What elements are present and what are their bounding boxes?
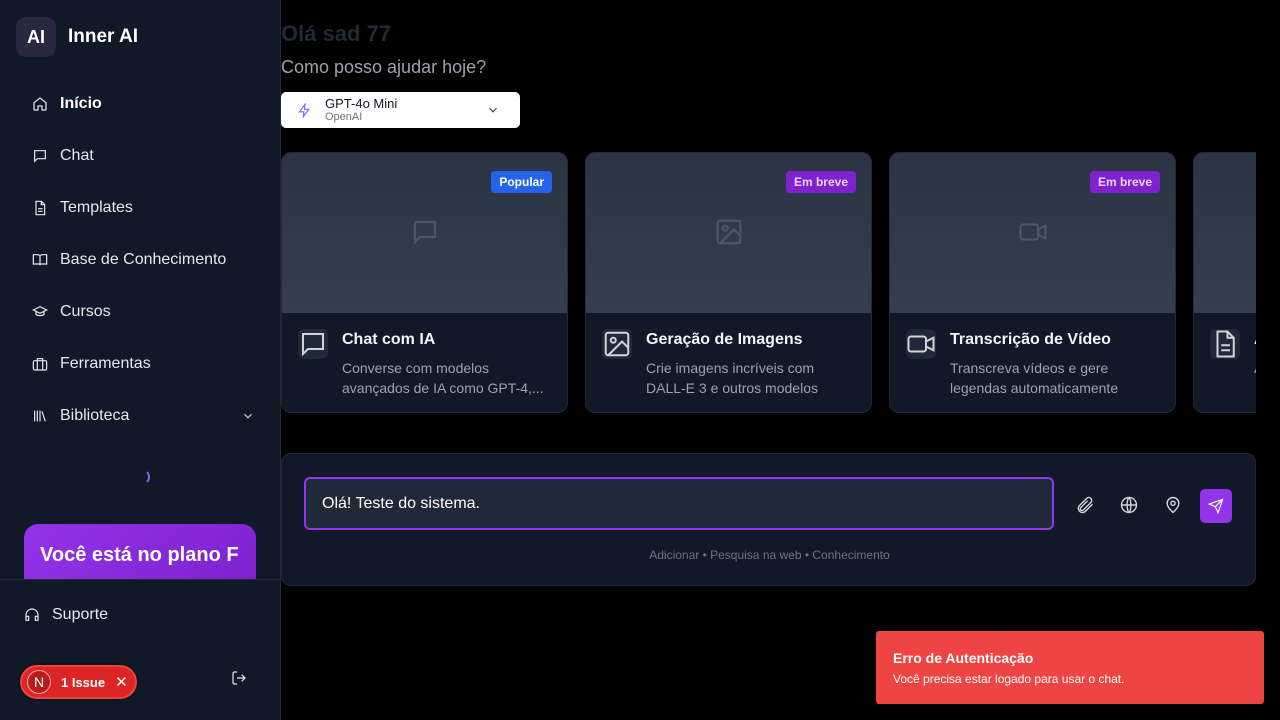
card-title: Geração de Imagens bbox=[646, 331, 803, 348]
message-icon bbox=[413, 220, 436, 245]
brand-logo: AI bbox=[16, 17, 56, 57]
plan-card[interactable]: Você está no plano F bbox=[24, 524, 256, 580]
card-preview bbox=[1194, 153, 1256, 313]
issue-indicator[interactable]: N 1 Issue ✕ bbox=[20, 665, 137, 699]
globe-icon[interactable] bbox=[1119, 495, 1139, 515]
card-description: Transcreva vídeos e gere legendas automa… bbox=[950, 360, 1119, 396]
sidebar-item-label: Chat bbox=[60, 147, 94, 164]
greeting-title: Olá sad 77 bbox=[281, 21, 392, 46]
file-text-icon bbox=[35, 200, 46, 216]
feature-cards: Popular Chat com IA Converse com modelos… bbox=[281, 152, 1256, 414]
model-selector[interactable]: GPT-4o Mini OpenAI bbox=[281, 92, 520, 128]
model-provider: OpenAI bbox=[325, 111, 363, 123]
card-preview: Em breve bbox=[890, 153, 1175, 313]
card-icon bbox=[298, 329, 328, 359]
headphones-icon bbox=[25, 608, 39, 621]
coming-soon-badge: Em breve bbox=[1089, 171, 1160, 193]
card-body: Transcrição de Vídeo Transcreva vídeos e… bbox=[890, 313, 1175, 398]
file-text-icon bbox=[1216, 330, 1235, 358]
card-transcricao-de-video[interactable]: Em breve Transcrição de Vídeo Transcreva… bbox=[889, 152, 1176, 413]
brand-name: Inner AI bbox=[68, 26, 139, 47]
sidebar-item-label: Biblioteca bbox=[60, 407, 130, 424]
graduation-cap-icon bbox=[32, 305, 48, 317]
card-partial[interactable]: A A bbox=[1193, 152, 1256, 413]
plan-text: Você está no plano F bbox=[40, 544, 239, 566]
video-icon bbox=[907, 335, 935, 353]
sidebar-item-templates[interactable]: Templates bbox=[24, 182, 264, 234]
model-name: GPT-4o Mini bbox=[325, 96, 398, 111]
card-title: A bbox=[1254, 331, 1256, 349]
card-icon bbox=[602, 329, 632, 359]
brand[interactable]: AI Inner AI bbox=[16, 17, 138, 57]
briefcase-icon bbox=[32, 358, 48, 371]
greeting-subtitle: Como posso ajudar hoje? bbox=[281, 57, 487, 77]
chat-hint: Adicionar • Pesquisa na web • Conhecimen… bbox=[649, 548, 890, 562]
sidebar: AI Inner AI Início Chat Templates Base d… bbox=[0, 0, 281, 720]
paperclip-icon[interactable] bbox=[1075, 495, 1095, 515]
card-icon bbox=[1210, 329, 1240, 359]
sidebar-item-label: Ferramentas bbox=[60, 355, 151, 372]
image-icon bbox=[716, 219, 741, 245]
library-icon bbox=[34, 410, 46, 422]
card-description: Converse com modelos avançados de IA com… bbox=[342, 360, 544, 396]
sidebar-item-label: Base de Conhecimento bbox=[60, 251, 227, 268]
home-icon bbox=[33, 97, 47, 111]
chat-input[interactable] bbox=[304, 477, 1054, 530]
sidebar-item-ferramentas[interactable]: Ferramentas bbox=[24, 338, 264, 390]
logout-icon[interactable] bbox=[231, 670, 247, 686]
sidebar-nav: Início Chat Templates Base de Conhecimen… bbox=[24, 78, 264, 442]
chat-composer: Adicionar • Pesquisa na web • Conhecimen… bbox=[281, 453, 1256, 586]
sidebar-item-cursos[interactable]: Cursos bbox=[24, 286, 264, 338]
sidebar-item-inicio[interactable]: Início bbox=[24, 78, 264, 130]
card-preview: Em breve bbox=[586, 153, 871, 313]
card-description: A bbox=[1254, 358, 1256, 378]
card-geracao-de-imagens[interactable]: Em breve Geração de Imagens Crie imagens… bbox=[585, 152, 872, 413]
sidebar-item-chat[interactable]: Chat bbox=[24, 130, 264, 182]
sidebar-item-label: Cursos bbox=[60, 303, 111, 320]
message-icon bbox=[34, 150, 46, 163]
card-body: Geração de Imagens Crie imagens incrívei… bbox=[586, 313, 871, 398]
map-pin-icon[interactable] bbox=[1163, 495, 1183, 515]
image-icon bbox=[604, 331, 630, 357]
card-preview: Popular bbox=[282, 153, 567, 313]
message-icon bbox=[302, 333, 324, 357]
model-info: GPT-4o Mini OpenAI bbox=[325, 96, 397, 124]
sidebar-item-label: Templates bbox=[60, 199, 133, 216]
send-icon bbox=[1208, 498, 1224, 514]
popular-badge: Popular bbox=[491, 171, 552, 193]
bolt-icon bbox=[298, 102, 310, 118]
book-open-icon bbox=[32, 254, 48, 266]
card-body: Chat com IA Converse com modelos avançad… bbox=[282, 313, 567, 398]
card-description: Crie imagens incríveis com DALL-E 3 e ou… bbox=[646, 360, 818, 396]
card-title: Chat com IA bbox=[342, 331, 436, 348]
card-icon bbox=[906, 329, 936, 359]
card-title: Transcrição de Vídeo bbox=[950, 331, 1111, 348]
video-icon bbox=[1018, 223, 1047, 241]
loading-spinner bbox=[134, 469, 150, 485]
support-link[interactable]: Suporte bbox=[24, 606, 108, 624]
chevron-down-icon bbox=[489, 107, 497, 113]
close-icon[interactable]: ✕ bbox=[115, 673, 128, 691]
sidebar-item-label: Início bbox=[60, 95, 102, 112]
card-body: A A bbox=[1194, 313, 1256, 378]
chevron-down-icon[interactable] bbox=[240, 409, 256, 423]
toast-message: Você precisa estar logado para usar o ch… bbox=[893, 672, 1125, 686]
toast-title: Erro de Autenticação bbox=[893, 650, 1034, 666]
issue-label: 1 Issue bbox=[61, 674, 106, 690]
card-chat-com-ia[interactable]: Popular Chat com IA Converse com modelos… bbox=[281, 152, 568, 413]
sidebar-item-base-de-conhecimento[interactable]: Base de Conhecimento bbox=[24, 234, 264, 286]
error-toast[interactable]: Erro de Autenticação Você precisa estar … bbox=[876, 631, 1264, 704]
coming-soon-badge: Em breve bbox=[785, 171, 856, 193]
support-label: Suporte bbox=[52, 606, 109, 623]
sidebar-item-biblioteca[interactable]: Biblioteca bbox=[24, 390, 264, 442]
issue-avatar: N bbox=[27, 670, 51, 694]
send-button[interactable] bbox=[1200, 489, 1232, 523]
